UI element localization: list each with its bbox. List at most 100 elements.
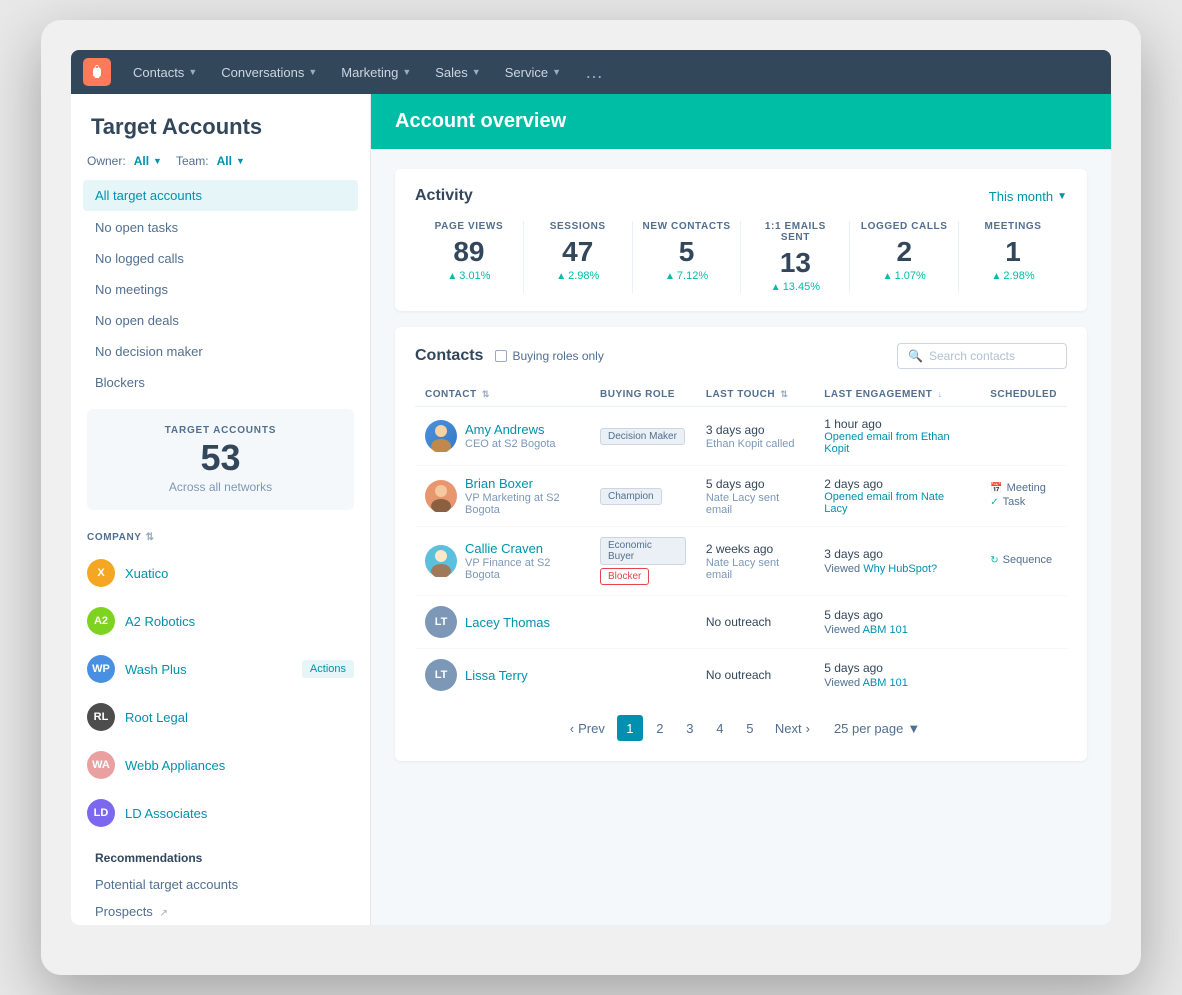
table-row: Brian Boxer VP Marketing at S2 Bogota Ch… <box>415 466 1067 527</box>
page-4-btn[interactable]: 4 <box>707 715 733 741</box>
scheduled-task: ✓ Task <box>990 496 1057 508</box>
buying-role-cell <box>590 649 696 702</box>
page-2-btn[interactable]: 2 <box>647 715 673 741</box>
team-filter-btn[interactable]: All ▼ <box>217 154 245 168</box>
nav-service[interactable]: Service ▼ <box>495 59 571 86</box>
service-chevron-icon: ▼ <box>552 67 561 77</box>
page-1-btn[interactable]: 1 <box>617 715 643 741</box>
up-arrow-icon: ▲ <box>771 282 781 293</box>
up-arrow-icon: ▲ <box>992 271 1002 282</box>
search-icon: 🔍 <box>908 349 923 363</box>
next-arrow-icon: › <box>806 721 810 736</box>
hubspot-logo <box>83 58 111 86</box>
company-item-rootlegal[interactable]: RL Root Legal <box>71 693 370 741</box>
tab-no-open-tasks[interactable]: No open tasks <box>83 213 358 242</box>
contact-cell: LT Lissa Terry <box>415 649 590 702</box>
engagement-link[interactable]: Why HubSpot? <box>863 563 937 575</box>
contact-name[interactable]: Amy Andrews <box>465 422 556 437</box>
contact-name[interactable]: Callie Craven <box>465 541 580 556</box>
col-last-touch[interactable]: LAST TOUCH ⇅ <box>696 383 814 407</box>
last-touch-cell: 5 days ago Nate Lacy sent email <box>696 466 814 527</box>
nav-sales[interactable]: Sales ▼ <box>425 59 490 86</box>
buying-role-cell <box>590 596 696 649</box>
activity-stats: PAGE VIEWS 89 ▲ 3.01% SESSIONS 47 <box>415 221 1067 293</box>
company-item-xuatico[interactable]: X Xuatico <box>71 549 370 597</box>
company-item-ldassociates[interactable]: LD LD Associates <box>71 789 370 837</box>
search-contacts-input[interactable]: 🔍 Search contacts <box>897 343 1067 369</box>
contact-title: VP Finance at S2 Bogota <box>465 557 580 581</box>
last-touch-cell: No outreach <box>696 649 814 702</box>
nav-marketing[interactable]: Marketing ▼ <box>331 59 421 86</box>
contacts-table: CONTACT ⇅ BUYING ROLE LAST TOUCH ⇅ <box>415 383 1067 701</box>
tab-no-meetings[interactable]: No meetings <box>83 275 358 304</box>
stat-emails-sent: 1:1 EMAILS SENT 13 ▲ 13.45% <box>741 221 850 293</box>
buying-role-badge: Decision Maker <box>600 428 685 445</box>
tab-no-logged-calls[interactable]: No logged calls <box>83 244 358 273</box>
prev-page-btn[interactable]: ‹ Prev <box>562 717 613 740</box>
activity-title: Activity <box>415 187 473 205</box>
panel-header: Account overview <box>371 94 1111 149</box>
last-touch-cell: 3 days ago Ethan Kopit called <box>696 407 814 466</box>
contact-name[interactable]: Brian Boxer <box>465 476 580 491</box>
scheduled-cell: 📅 Meeting ✓ Task <box>980 466 1067 527</box>
tab-all-target-accounts[interactable]: All target accounts <box>83 180 358 211</box>
pagination: ‹ Prev 1 2 3 4 5 Next › <box>415 701 1067 745</box>
page-5-btn[interactable]: 5 <box>737 715 763 741</box>
stat-page-views: PAGE VIEWS 89 ▲ 3.01% <box>415 221 524 293</box>
col-last-engagement[interactable]: LAST ENGAGEMENT ↓ <box>814 383 980 407</box>
sidebar-tab-list: All target accounts No open tasks No log… <box>71 180 370 397</box>
company-name: Webb Appliances <box>125 758 225 773</box>
conversations-chevron-icon: ▼ <box>308 67 317 77</box>
company-item-a2robotics[interactable]: A2 A2 Robotics <box>71 597 370 645</box>
main-layout: Target Accounts Owner: All ▼ Team: All ▼… <box>71 94 1111 925</box>
tab-no-open-deals[interactable]: No open deals <box>83 306 358 335</box>
actions-badge: Actions <box>302 660 354 678</box>
col-buying-role: BUYING ROLE <box>590 383 696 407</box>
sales-chevron-icon: ▼ <box>472 67 481 77</box>
rec-prospects[interactable]: Prospects ↗ <box>71 898 370 925</box>
contact-name[interactable]: Lacey Thomas <box>465 615 550 630</box>
contact-cell: Callie Craven VP Finance at S2 Bogota <box>415 527 590 596</box>
engagement-link[interactable]: ABM 101 <box>863 624 908 636</box>
meeting-icon: 📅 <box>990 483 1002 494</box>
contact-name[interactable]: Lissa Terry <box>465 668 528 683</box>
table-row: LT Lacey Thomas No outreach <box>415 596 1067 649</box>
owner-filter-btn[interactable]: All ▼ <box>134 154 162 168</box>
scheduled-cell <box>980 407 1067 466</box>
scheduled-cell <box>980 596 1067 649</box>
last-engagement-cell: 5 days ago Viewed ABM 101 <box>814 596 980 649</box>
company-item-webappliances[interactable]: WA Webb Appliances <box>71 741 370 789</box>
table-row: Callie Craven VP Finance at S2 Bogota Ec… <box>415 527 1067 596</box>
nav-conversations[interactable]: Conversations ▼ <box>211 59 327 86</box>
engagement-link[interactable]: ABM 101 <box>863 677 908 689</box>
recommendations-title: Recommendations <box>71 837 370 871</box>
ldassociates-avatar: LD <box>87 799 115 827</box>
brian-avatar <box>425 480 457 512</box>
rec-potential[interactable]: Potential target accounts <box>71 871 370 898</box>
contacts-title: Contacts <box>415 347 483 365</box>
nav-more[interactable]: … <box>575 56 613 89</box>
prev-arrow-icon: ‹ <box>570 721 574 736</box>
buying-roles-checkbox[interactable]: Buying roles only <box>495 349 603 363</box>
right-panel: Account overview Activity This month ▼ <box>371 94 1111 925</box>
company-item-washplus[interactable]: WP Wash Plus Actions <box>71 645 370 693</box>
company-sort-icon[interactable]: ⇅ <box>146 532 155 543</box>
contact-sort-icon: ⇅ <box>482 389 490 399</box>
buying-role-badge: Champion <box>600 488 662 505</box>
laptop-frame: Contacts ▼ Conversations ▼ Marketing ▼ S… <box>41 20 1141 975</box>
tab-blockers[interactable]: Blockers <box>83 368 358 397</box>
per-page-select[interactable]: 25 per page ▼ <box>834 721 920 736</box>
page-3-btn[interactable]: 3 <box>677 715 703 741</box>
tab-no-decision-maker[interactable]: No decision maker <box>83 337 358 366</box>
nav-contacts[interactable]: Contacts ▼ <box>123 59 207 86</box>
scheduled-meeting: 📅 Meeting <box>990 482 1057 494</box>
next-page-btn[interactable]: Next › <box>767 717 818 740</box>
callie-avatar <box>425 545 457 577</box>
per-page-chevron-icon: ▼ <box>907 721 920 736</box>
last-engagement-cell: 3 days ago Viewed Why HubSpot? <box>814 527 980 596</box>
col-contact[interactable]: CONTACT ⇅ <box>415 383 590 407</box>
stat-meetings: MEETINGS 1 ▲ 2.98% <box>959 221 1067 293</box>
contact-title: CEO at S2 Bogota <box>465 438 556 450</box>
scheduled-sequence: ↻ Sequence <box>990 554 1057 566</box>
time-filter-btn[interactable]: This month ▼ <box>989 189 1067 204</box>
